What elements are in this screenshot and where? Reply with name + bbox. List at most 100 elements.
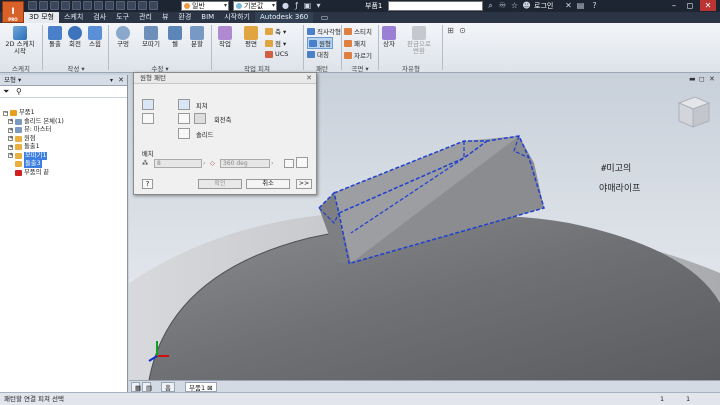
dialog-close-icon[interactable]: ✕: [306, 73, 312, 84]
dropdown-icon[interactable]: ▾: [314, 1, 323, 10]
tree-item[interactable]: − 부품1: [3, 109, 35, 117]
point-button[interactable]: 점 ▾: [265, 38, 286, 48]
project-icon[interactable]: [127, 1, 136, 10]
update-icon[interactable]: [105, 1, 114, 10]
tab-part1[interactable]: 부품1 ⊠: [185, 382, 217, 392]
tab-1[interactable]: 스케치: [59, 12, 88, 23]
ribbon-toggle-icon[interactable]: ▭: [320, 13, 329, 22]
dialog-help-button[interactable]: ?: [142, 179, 153, 189]
tree-item[interactable]: + 솔리드 본체(1): [8, 118, 64, 126]
tab-7[interactable]: BIM: [196, 12, 219, 23]
axis-flip-button[interactable]: [194, 113, 206, 124]
login-link[interactable]: 로그인: [534, 1, 553, 11]
patch-button[interactable]: 패치: [344, 38, 366, 48]
split-button[interactable]: 분할: [187, 26, 207, 48]
search-input[interactable]: [388, 1, 483, 11]
settings-icon[interactable]: ▤: [576, 1, 585, 10]
save-icon[interactable]: [50, 1, 59, 10]
features-select-button[interactable]: [178, 99, 190, 110]
browser-menu-icon[interactable]: ▾: [110, 75, 113, 86]
start-2d-sketch-button[interactable]: 2D 스케치 시작: [4, 26, 36, 55]
work-button[interactable]: 작업: [215, 26, 235, 48]
color-icon[interactable]: [138, 1, 147, 10]
occurrence-angle-field[interactable]: 360 deg: [220, 159, 270, 168]
pattern-features-mode-button[interactable]: [142, 99, 154, 110]
dialog-title-bar[interactable]: 원형 패턴 ✕: [134, 73, 316, 84]
more-options-button[interactable]: >>: [296, 179, 312, 189]
browser-close-icon[interactable]: ✕: [118, 75, 124, 86]
hole-button[interactable]: 구멍: [113, 26, 133, 48]
tree-item[interactable]: + 모따기1: [8, 151, 48, 160]
rotation-axis-select-button[interactable]: [178, 113, 190, 124]
shell-button[interactable]: 쉘: [166, 26, 184, 48]
tree-item[interactable]: + 돌출1: [8, 143, 40, 151]
close-icon[interactable]: ✕: [700, 0, 716, 11]
tree-item[interactable]: + 원점: [8, 135, 36, 143]
search-icon[interactable]: ⌕: [486, 1, 495, 10]
convert-sheetmetal-button[interactable]: 판금으로 변환: [405, 26, 433, 55]
count-arrow-icon[interactable]: ›: [203, 160, 206, 167]
extrude-button[interactable]: 돌출: [46, 26, 64, 48]
tab-4[interactable]: 관리: [134, 12, 157, 23]
plane-button[interactable]: 평면: [240, 26, 262, 48]
cube-icon[interactable]: ▣: [303, 1, 312, 10]
open-icon[interactable]: [39, 1, 48, 10]
addin-icon[interactable]: ⊞: [446, 26, 455, 35]
fx-icon[interactable]: ƒ: [292, 1, 301, 10]
tree-item[interactable]: + 뷰: 마스터: [8, 126, 51, 134]
help-icon[interactable]: ?: [590, 1, 599, 10]
chamfer-button[interactable]: 모따기: [138, 26, 164, 48]
tab-6[interactable]: 환경: [173, 12, 196, 23]
ribbon-options-icon[interactable]: ⊙: [458, 26, 467, 35]
measure-icon[interactable]: [116, 1, 125, 10]
filter-icon[interactable]: ⏷: [3, 87, 9, 97]
sphere-icon[interactable]: ●: [281, 1, 290, 10]
tab-home[interactable]: 홈: [161, 382, 175, 392]
new-icon[interactable]: [28, 1, 37, 10]
circular-pattern-button[interactable]: 원형: [307, 37, 333, 49]
cancel-button[interactable]: 취소: [246, 179, 290, 189]
home-icon[interactable]: [83, 1, 92, 10]
stitch-button[interactable]: 스티치: [344, 26, 372, 36]
pattern-solid-mode-button[interactable]: [142, 113, 154, 124]
ok-button[interactable]: 확인: [198, 179, 242, 189]
rectangular-pattern-button[interactable]: 직사각형: [307, 26, 341, 36]
tab-9[interactable]: Autodesk 360: [254, 12, 314, 23]
direction-flip-button[interactable]: [296, 157, 308, 168]
tree-item[interactable]: 부품의 끝: [8, 169, 49, 177]
star-icon[interactable]: ☆: [510, 1, 519, 10]
tree-expander-icon[interactable]: +: [8, 153, 13, 158]
tab-5[interactable]: 뷰: [157, 12, 173, 23]
tree-expander-icon[interactable]: −: [3, 110, 8, 116]
revolve-button[interactable]: 회전: [66, 26, 84, 48]
minimize-icon[interactable]: –: [666, 0, 682, 11]
binoculars-icon[interactable]: ♾: [498, 1, 507, 10]
user-icon[interactable]: ☻: [522, 1, 531, 10]
viewport-minimize-icon[interactable]: ▬: [689, 75, 696, 83]
tree-item[interactable]: 돌출3: [8, 160, 42, 168]
tree-expander-icon[interactable]: +: [8, 127, 13, 133]
trim-button[interactable]: 자르기: [344, 50, 372, 60]
solids-select-button[interactable]: [178, 128, 190, 139]
viewport-restore-icon[interactable]: ◻: [699, 75, 705, 83]
material-icon[interactable]: [149, 1, 158, 10]
cascade-icon[interactable]: ▤: [142, 382, 152, 392]
find-icon[interactable]: ⚲: [16, 87, 22, 96]
tree-expander-icon[interactable]: +: [8, 136, 13, 141]
appearance-combo[interactable]: 일반: [181, 1, 229, 11]
material-combo[interactable]: 기본값: [233, 1, 277, 11]
tab-2[interactable]: 검사: [88, 12, 111, 23]
axis-button[interactable]: 축 ▾: [265, 26, 286, 36]
tab-3[interactable]: 도구: [111, 12, 134, 23]
mirror-button[interactable]: 대칭: [307, 49, 329, 59]
undo-icon[interactable]: [61, 1, 70, 10]
midplane-checkbox[interactable]: [284, 159, 294, 168]
ucs-button[interactable]: UCS: [265, 50, 288, 58]
tree-expander-icon[interactable]: +: [8, 119, 13, 124]
tree-expander-icon[interactable]: +: [8, 144, 13, 150]
tab-0[interactable]: 3D 모형: [24, 12, 59, 23]
inventor-logo[interactable]: I PRO: [2, 1, 24, 23]
exchange-icon[interactable]: ✕: [564, 1, 573, 10]
occurrence-count-field[interactable]: 8: [154, 159, 202, 168]
viewport-close-icon[interactable]: ✕: [709, 75, 715, 83]
